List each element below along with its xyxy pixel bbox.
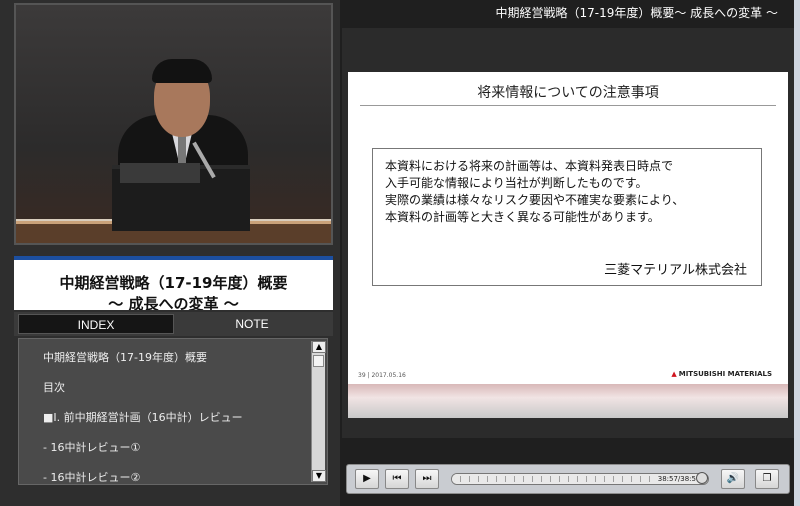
slide-viewer: 将来情報についての注意事項 本資料における将来の計画等は、本資料発表日時点で 入… bbox=[342, 28, 794, 438]
presentation-title: 中期経営戦略（17-19年度）概要 bbox=[59, 274, 288, 292]
right-panel: 中期経営戦略（17-19年度）概要～ 成長への変革 ～ 将来情報についての注意事… bbox=[340, 0, 800, 506]
window-icon[interactable]: ❐ bbox=[755, 469, 779, 489]
index-item[interactable]: ■Ⅰ. 前中期経営計画（16中計）レビュー bbox=[43, 409, 243, 425]
scroll-thumb[interactable] bbox=[313, 355, 324, 367]
notice-box: 本資料における将来の計画等は、本資料発表日時点で 入手可能な情報により当社が判断… bbox=[372, 148, 762, 286]
scroll-down-arrow-icon[interactable]: ▼ bbox=[312, 470, 326, 482]
slide-title: 将来情報についての注意事項 bbox=[477, 85, 659, 101]
seek-bar[interactable]: 38:57/38:5 bbox=[451, 472, 709, 485]
index-item[interactable]: 目次 bbox=[43, 379, 65, 395]
panel-tabs: INDEX NOTE bbox=[14, 312, 333, 336]
window-edge bbox=[794, 0, 800, 506]
seek-handle[interactable] bbox=[696, 472, 708, 484]
notice-line: 入手可能な情報により当社が判断したものです。 bbox=[385, 176, 648, 190]
left-panel: 中期経営戦略（17-19年度）概要 ～ 成長への変革 ～ INDEX NOTE … bbox=[0, 0, 340, 506]
notice-line: 本資料の計画等と大きく異なる可能性があります。 bbox=[385, 210, 660, 224]
slide-bottom-stripe bbox=[348, 384, 788, 418]
play-icon[interactable]: ▶ bbox=[355, 469, 379, 489]
speaker-hair bbox=[152, 59, 212, 83]
index-item[interactable]: - 16中計レビュー② bbox=[43, 469, 140, 484]
mitsubishi-logo-icon: ▲ bbox=[671, 370, 677, 378]
scroll-up-arrow-icon[interactable]: ▲ bbox=[312, 341, 326, 353]
next-icon[interactable]: ⏭ bbox=[415, 469, 439, 489]
tab-index[interactable]: INDEX bbox=[18, 314, 174, 334]
notice-line: 本資料における将来の計画等は、本資料発表日時点で bbox=[385, 159, 674, 173]
seek-chapter-ticks bbox=[460, 476, 652, 482]
slide-footer: 39 | 2017.05.16 bbox=[358, 372, 406, 379]
brand-logo: ▲ MITSUBISHI MATERIALS bbox=[671, 370, 772, 378]
brand-name: MITSUBISHI MATERIALS bbox=[678, 370, 772, 378]
volume-icon[interactable]: 🔊 bbox=[721, 469, 745, 489]
index-list: 中期経営戦略（17-19年度）概要 目次 ■Ⅰ. 前中期経営計画（16中計）レビ… bbox=[18, 338, 328, 485]
player-controls: ▶ ⏮ ⏭ 38:57/38:5 🔊 ❐ bbox=[346, 464, 790, 494]
company-name: 三菱マテリアル株式会社 bbox=[604, 263, 747, 278]
window-title: 中期経営戦略（17-19年度）概要～ 成長への変革 ～ bbox=[495, 6, 779, 20]
index-item[interactable]: 中期経営戦略（17-19年度）概要 bbox=[43, 349, 207, 365]
notice-line: 実際の業績は様々なリスク要因や不確実な要素により、 bbox=[385, 193, 685, 207]
previous-icon[interactable]: ⏮ bbox=[385, 469, 409, 489]
presentation-subtitle: ～ 成長への変革 ～ bbox=[108, 295, 239, 310]
index-scrollbar[interactable]: ▲ ▼ bbox=[311, 341, 326, 482]
slide: 将来情報についての注意事項 本資料における将来の計画等は、本資料発表日時点で 入… bbox=[348, 72, 788, 418]
time-readout: 38:57/38:5 bbox=[657, 475, 696, 483]
index-item[interactable]: - 16中計レビュー① bbox=[43, 439, 140, 455]
speaker-video[interactable] bbox=[14, 3, 333, 245]
presentation-title-card: 中期経営戦略（17-19年度）概要 ～ 成長への変革 ～ bbox=[14, 256, 333, 310]
slide-title-divider bbox=[360, 105, 776, 106]
tab-note[interactable]: NOTE bbox=[177, 314, 327, 334]
laptop bbox=[120, 163, 200, 183]
